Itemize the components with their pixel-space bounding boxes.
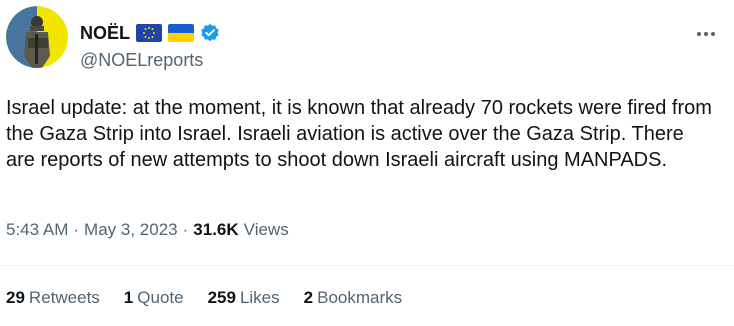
bookmarks-label: Bookmarks [317, 288, 403, 307]
retweets-count: 29 [6, 288, 25, 307]
avatar[interactable] [6, 6, 68, 68]
tweet-meta: 5:43 AM · May 3, 2023 · 31.6K Views [6, 219, 289, 241]
verified-badge-icon[interactable] [200, 23, 220, 43]
views-count: 31.6K [193, 220, 239, 239]
bookmarks-count: 2 [303, 288, 314, 307]
meta-separator: · [182, 220, 189, 239]
retweets-label: Retweets [28, 288, 100, 307]
author-name[interactable]: NOËL [80, 22, 130, 44]
likes-count: 259 [207, 288, 236, 307]
bookmarks-stat[interactable]: 2 Bookmarks [304, 287, 403, 309]
more-options-icon[interactable] [694, 22, 718, 46]
likes-stat[interactable]: 259 Likes [208, 287, 280, 309]
retweets-stat[interactable]: 29 Retweets [6, 287, 100, 309]
tweet-card: NOËL @NOELreports Israel update: at the … [0, 0, 734, 326]
views-label: Views [243, 220, 289, 239]
quotes-count: 1 [123, 288, 134, 307]
divider [0, 265, 734, 266]
tweet-time[interactable]: 5:43 AM [6, 219, 68, 241]
tweet-date[interactable]: May 3, 2023 [84, 219, 178, 241]
meta-separator: · [73, 220, 80, 239]
author-name-row[interactable]: NOËL [80, 22, 220, 44]
tweet-text: Israel update: at the moment, it is know… [6, 97, 712, 171]
quotes-stat[interactable]: 1 Quote [124, 287, 184, 309]
eu-flag-icon [136, 24, 163, 42]
engagement-stats: 29 Retweets 1 Quote 259 Likes 2 Bookmark… [6, 287, 402, 309]
ukraine-flag-icon [168, 24, 195, 42]
author-handle[interactable]: @NOELreports [80, 49, 203, 71]
quotes-label: Quote [137, 288, 184, 307]
likes-label: Likes [239, 288, 280, 307]
